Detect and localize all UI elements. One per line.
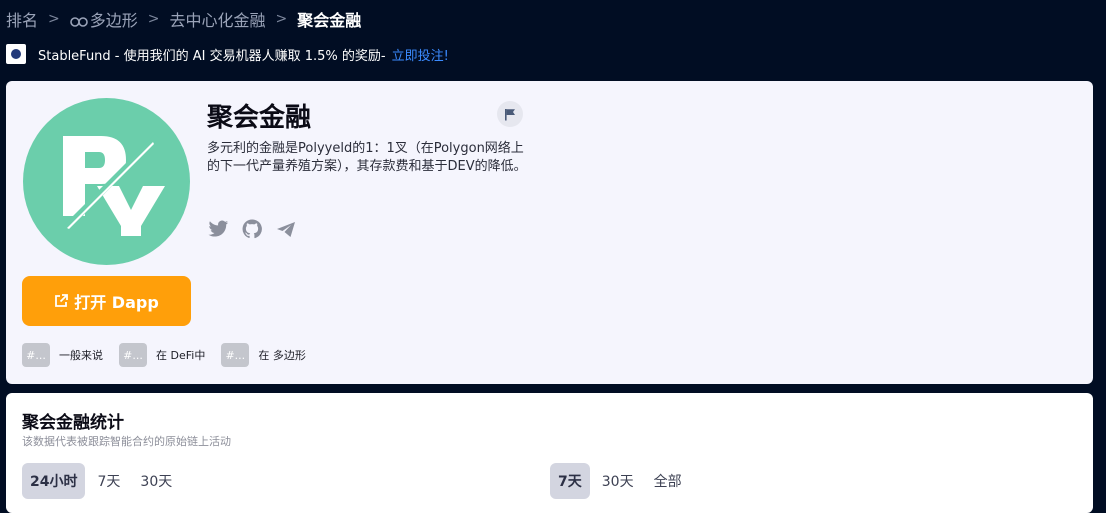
social-links (207, 218, 297, 240)
promo-banner: StableFund - 使用我们的 AI 交易机器人赚取 1.5% 的奖励- … (6, 44, 449, 64)
project-title: 聚会金融 (207, 103, 312, 133)
stats-card: 聚会金融统计 该数据代表被跟踪智能合约的原始链上活动 24小时 7天 30天 7… (6, 393, 1093, 513)
chain-link-icon (69, 17, 88, 27)
github-link[interactable] (241, 218, 263, 240)
tag-list: #... 一般来说 #... 在 DeFi中 #... 在 多边形 (22, 343, 306, 367)
telegram-link[interactable] (275, 218, 297, 240)
breadcrumb-item-polygon[interactable]: 多边形 (69, 7, 138, 31)
open-dapp-button[interactable]: 打开 Dapp (22, 276, 191, 326)
promo-link[interactable]: 立即投注! (392, 45, 449, 64)
tag-label: 在 DeFi中 (156, 349, 206, 362)
chevron-right-icon: > (48, 11, 60, 27)
tab-24h[interactable]: 24小时 (22, 463, 86, 499)
project-card: 聚会金融 多元利的金融是Polyyeld的1：1叉（在Polygon网络上的下一… (6, 81, 1093, 384)
tab-30d-chart[interactable]: 30天 (594, 463, 642, 499)
breadcrumb-item-ranking[interactable]: 排名 (6, 7, 38, 31)
tab-7d[interactable]: 7天 (89, 463, 128, 499)
breadcrumb-item-defi[interactable]: 去中心化金融 (170, 7, 266, 31)
tag-item[interactable]: #... 在 DeFi中 (119, 343, 205, 367)
py-logo-icon (63, 134, 165, 236)
flag-icon (505, 108, 515, 120)
period-tabs-right: 7天 30天 全部 (550, 463, 690, 499)
tag-hash: #... (22, 343, 50, 367)
tag-hash: #... (221, 343, 250, 367)
period-tabs-left: 24小时 7天 30天 (22, 463, 180, 499)
breadcrumb: 排名 > 多边形 > 去中心化金融 > 聚会金融 (6, 8, 361, 30)
twitter-icon (208, 220, 228, 237)
tag-label: 在 多边形 (258, 349, 306, 362)
stats-subtitle: 该数据代表被跟踪智能合约的原始链上活动 (22, 435, 231, 448)
tag-item[interactable]: #... 在 多边形 (221, 343, 306, 367)
tag-hash: #... (119, 343, 147, 367)
tag-label: 一般来说 (59, 349, 103, 362)
twitter-link[interactable] (207, 218, 229, 240)
chevron-right-icon: > (275, 11, 288, 27)
report-flag-button[interactable] (497, 101, 523, 127)
stablefund-logo (6, 44, 26, 64)
tag-item[interactable]: #... 一般来说 (22, 343, 103, 367)
external-link-icon (55, 294, 69, 307)
project-description: 多元利的金融是Polyyeld的1：1叉（在Polygon网络上的下一代产量养殖… (207, 141, 527, 174)
telegram-icon (277, 221, 295, 237)
github-icon (242, 219, 262, 239)
tab-30d[interactable]: 30天 (132, 463, 180, 499)
project-logo (23, 98, 190, 265)
tab-7d-chart[interactable]: 7天 (550, 463, 590, 499)
promo-text: StableFund - 使用我们的 AI 交易机器人赚取 1.5% 的奖励- (38, 48, 386, 64)
breadcrumb-current: 聚会金融 (297, 11, 362, 30)
open-dapp-label: 打开 Dapp (74, 293, 159, 312)
chevron-right-icon: > (147, 11, 160, 27)
stats-title: 聚会金融统计 (22, 413, 124, 433)
tab-all-chart[interactable]: 全部 (646, 463, 690, 499)
breadcrumb-label-polygon: 多边形 (89, 11, 138, 30)
